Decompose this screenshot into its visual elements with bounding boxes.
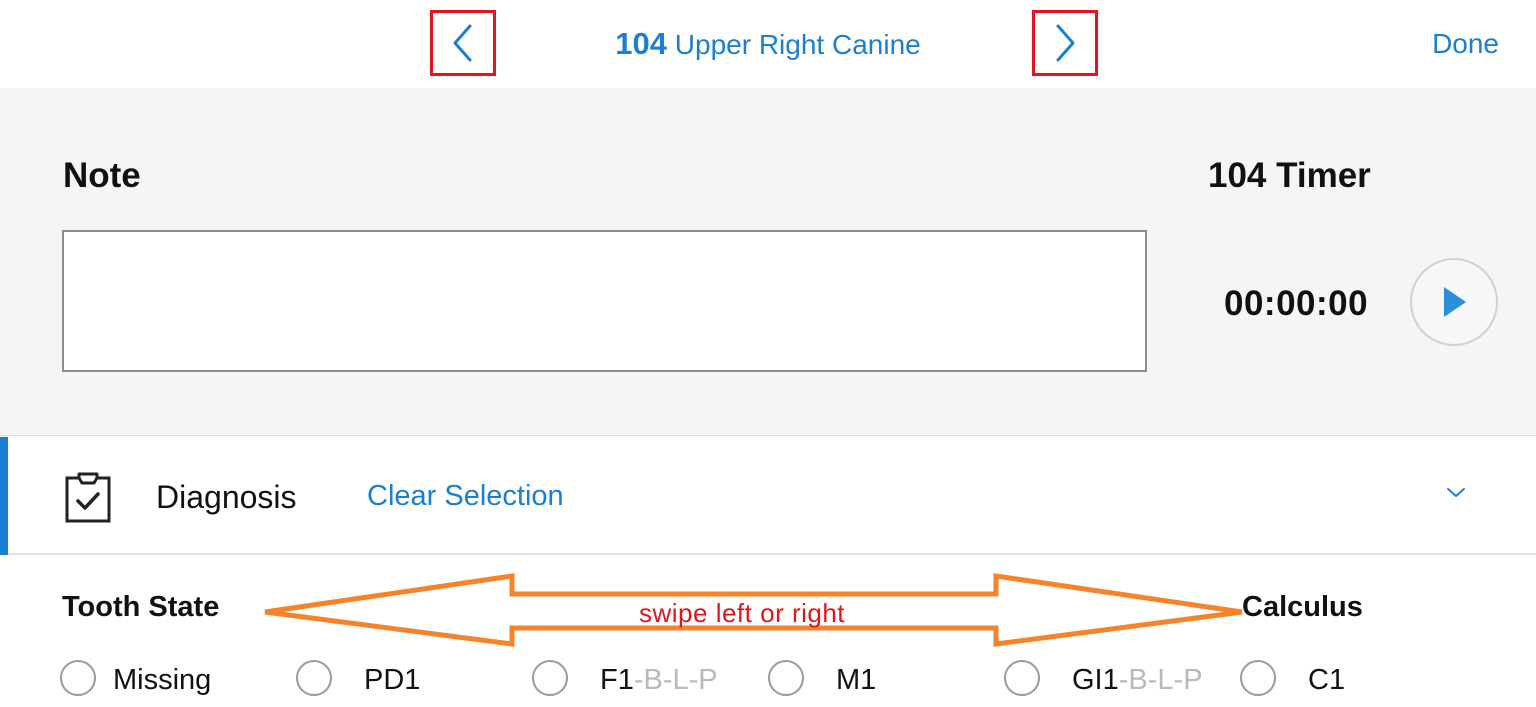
option-pd1[interactable]: PD1 xyxy=(296,660,420,696)
play-timer-button[interactable] xyxy=(1410,258,1498,346)
option-label: GI1-B-L-P xyxy=(1072,664,1203,696)
tooth-name: Upper Right Canine xyxy=(674,29,921,60)
selection-indicator xyxy=(0,437,8,555)
diagnosis-label: Diagnosis xyxy=(156,479,297,515)
chevron-right-icon xyxy=(1056,24,1075,62)
top-navigation-bar: 104 Upper Right Canine Done xyxy=(0,0,1536,88)
next-tooth-button[interactable] xyxy=(1032,10,1098,76)
radio-button[interactable] xyxy=(60,660,96,696)
option-label: PD1 xyxy=(364,664,421,696)
chevron-left-icon xyxy=(453,24,472,62)
option-label: Missing xyxy=(113,664,212,696)
radio-button[interactable] xyxy=(532,660,568,696)
radio-button[interactable] xyxy=(1004,660,1040,696)
radio-button[interactable] xyxy=(296,660,332,696)
tooth-number: 104 xyxy=(615,26,668,61)
option-label: M1 xyxy=(836,664,877,696)
tooth-state-label: Tooth State xyxy=(62,591,220,623)
radio-button[interactable] xyxy=(1240,660,1276,696)
option-f1[interactable]: F1-B-L-P xyxy=(532,660,718,696)
option-m1[interactable]: M1 xyxy=(768,660,876,696)
done-button[interactable]: Done xyxy=(1432,28,1499,60)
timer-label: 104 Timer xyxy=(1208,156,1371,195)
clipboard-check-icon xyxy=(65,472,111,523)
diagnosis-section-header[interactable]: Diagnosis Clear Selection xyxy=(0,437,1536,555)
radio-button[interactable] xyxy=(768,660,804,696)
option-gi1[interactable]: GI1-B-L-P xyxy=(1004,660,1203,696)
note-timer-panel: Note 104 Timer 00:00:00 xyxy=(0,88,1536,436)
option-label: F1-B-L-P xyxy=(600,664,718,696)
swipe-annotation: swipe left or right xyxy=(639,598,846,628)
option-c1[interactable]: C1 xyxy=(1240,660,1345,696)
play-icon xyxy=(1444,287,1466,317)
note-label: Note xyxy=(63,156,141,195)
option-label: C1 xyxy=(1308,664,1346,696)
tooth-title: 104 Upper Right Canine xyxy=(560,26,976,62)
timer-value: 00:00:00 xyxy=(1224,284,1369,323)
previous-tooth-button[interactable] xyxy=(430,10,496,76)
clear-selection-button[interactable]: Clear Selection xyxy=(367,480,564,513)
calculus-label: Calculus xyxy=(1242,591,1363,623)
note-input[interactable] xyxy=(62,230,1147,372)
option-missing[interactable]: Missing xyxy=(60,660,211,696)
chevron-down-icon[interactable] xyxy=(1444,485,1468,501)
